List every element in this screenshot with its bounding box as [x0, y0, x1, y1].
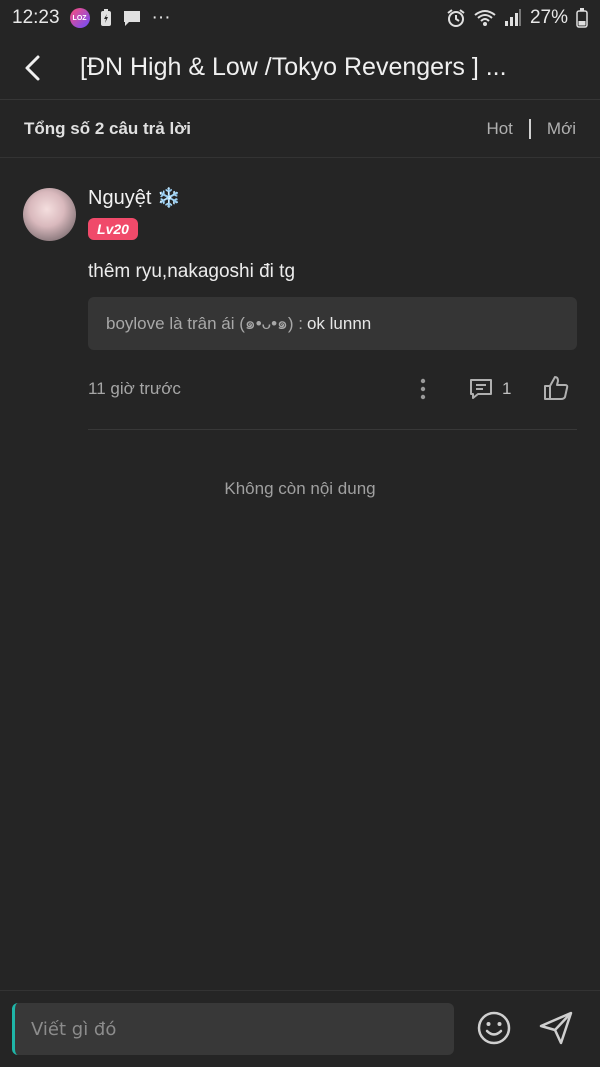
- comment-icon: [470, 379, 492, 399]
- end-of-list-text: Không còn nội dung: [224, 479, 376, 498]
- sort-tabs: Hot Mới: [486, 118, 576, 139]
- page-title: [ĐN High & Low /Tokyo Revengers ] ...: [80, 53, 507, 81]
- battery-saver-icon: [100, 9, 112, 27]
- reply-count: 1: [502, 379, 512, 398]
- back-arrow-icon: [25, 55, 40, 80]
- emoji-icon: [477, 1011, 511, 1045]
- comment-author[interactable]: Nguyệt: [88, 187, 151, 210]
- battery-icon: [576, 8, 588, 28]
- more-vertical-icon: [420, 378, 426, 400]
- message-notification-icon: [122, 9, 142, 27]
- status-bar: 12:23 LOZ ··· 27%: [0, 0, 600, 36]
- like-button[interactable]: [541, 373, 571, 403]
- send-button[interactable]: [537, 1009, 575, 1047]
- sort-hot-tab[interactable]: Hot: [486, 119, 512, 139]
- top-app-bar: [ĐN High & Low /Tokyo Revengers ] ...: [0, 36, 600, 100]
- comment-time: 11 giờ trước: [88, 379, 181, 398]
- total-answers: Tổng số 2 câu trả lời: [24, 118, 192, 138]
- reply-button[interactable]: 1: [468, 373, 511, 405]
- more-notifications-icon: ···: [151, 7, 171, 28]
- battery-percent: 27%: [529, 7, 568, 28]
- reply-composer: [0, 990, 600, 1067]
- wifi-icon: [474, 9, 496, 27]
- send-icon: [539, 1011, 573, 1045]
- thumbs-up-icon: [544, 376, 569, 400]
- comment-input[interactable]: [12, 1003, 454, 1055]
- level-badge: Lv20: [88, 218, 138, 240]
- emoji-button[interactable]: [475, 1009, 513, 1047]
- back-button[interactable]: [0, 36, 64, 100]
- reply-author: boylove là trân ái (๑•ᴗ•๑) :: [106, 314, 303, 333]
- comment-divider: [88, 429, 577, 430]
- reply-text: ok lunnn: [306, 313, 372, 333]
- alarm-icon: [446, 8, 466, 28]
- app-notification-icon: LOZ: [69, 8, 90, 28]
- status-time: 12:23: [12, 7, 60, 28]
- snowflake-icon: ❄️: [157, 188, 182, 209]
- avatar[interactable]: [23, 188, 76, 241]
- sort-divider: [528, 118, 531, 139]
- reply-preview[interactable]: boylove là trân ái (๑•ᴗ•๑) : ok lunnn: [88, 297, 577, 350]
- more-options-button[interactable]: [413, 377, 433, 401]
- comment-text: thêm ryu,nakagoshi đi tg: [88, 261, 296, 282]
- sort-new-tab[interactable]: Mới: [547, 119, 576, 139]
- answers-summary-bar: Tổng số 2 câu trả lời Hot Mới: [0, 100, 600, 158]
- signal-icon: [504, 9, 522, 27]
- comment-meta: 11 giờ trước 1: [88, 373, 577, 405]
